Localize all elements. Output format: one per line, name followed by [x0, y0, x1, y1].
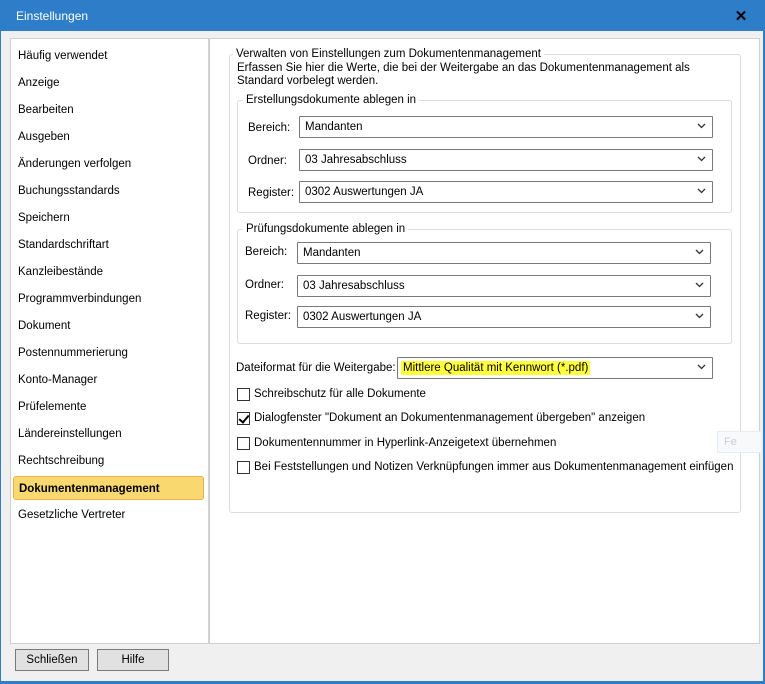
creation-register-select[interactable]: 0302 Auswertungen JA — [299, 181, 713, 203]
audit-area-label: Bereich: — [245, 246, 288, 258]
chevron-down-icon — [697, 188, 706, 194]
audit-area-value: Mandanten — [303, 247, 361, 259]
creation-folder-label: Ordner: — [248, 155, 287, 167]
checkbox-label: Dokumentennummer in Hyperlink-Anzeigetex… — [254, 437, 557, 449]
sidebar-item-dokument[interactable]: Dokument — [13, 314, 204, 338]
audit-folder-select[interactable]: 03 Jahresabschluss — [297, 275, 711, 297]
sidebar-item-programmverbindungen[interactable]: Programmverbindungen — [13, 287, 204, 311]
close-button[interactable]: Schließen — [15, 649, 89, 671]
audit-folder-label: Ordner: — [245, 279, 284, 291]
sidebar-item-änderungen-verfolgen[interactable]: Änderungen verfolgen — [13, 152, 204, 176]
audit-register-value: 0302 Auswertungen JA — [303, 311, 422, 323]
audit-register-label: Register: — [245, 310, 292, 322]
sidebar-item-standardschriftart[interactable]: Standardschriftart — [13, 233, 204, 257]
group-title: Verwalten von Einstellungen zum Dokument… — [233, 47, 544, 61]
creation-area-select[interactable]: Mandanten — [299, 116, 713, 138]
audit-area-select[interactable]: Mandanten — [297, 242, 711, 264]
audit-register-select[interactable]: 0302 Auswertungen JA — [297, 306, 711, 328]
chevron-down-icon — [695, 313, 704, 319]
checkbox-label: Bei Feststellungen und Notizen Verknüpfu… — [254, 461, 734, 473]
sidebar-item-dokumentenmanagement[interactable]: Dokumentenmanagement — [13, 476, 204, 500]
chevron-down-icon — [695, 282, 704, 288]
sidebar-item-häufig-verwendet[interactable]: Häufig verwendet — [13, 44, 204, 68]
sidebar-item-gesetzliche-vertreter[interactable]: Gesetzliche Vertreter — [13, 503, 204, 527]
show-dialog-checkbox[interactable]: Dialogfenster "Dokument an Dokumentenman… — [237, 410, 645, 426]
file-format-select[interactable]: Mittlere Qualität mit Kennwort (*.pdf) — [397, 357, 713, 379]
audit-docs-title: Prüfungsdokumente ablegen in — [243, 222, 409, 236]
sidebar-item-ausgeben[interactable]: Ausgeben — [13, 125, 204, 149]
sidebar-item-prüfelemente[interactable]: Prüfelemente — [13, 395, 204, 419]
checkbox-label: Dialogfenster "Dokument an Dokumentenman… — [254, 412, 646, 424]
chevron-down-icon — [697, 156, 706, 162]
dialog-body: Häufig verwendet Anzeige Bearbeiten Ausgebe… — [1, 31, 763, 681]
checkbox-box[interactable] — [237, 460, 250, 474]
checkbox-label: Schreibschutz für alle Dokumente — [254, 388, 426, 400]
sidebar-item-speichern[interactable]: Speichern — [13, 206, 204, 230]
write-protect-checkbox[interactable]: Schreibschutz für alle Dokumente — [237, 386, 426, 402]
creation-docs-title: Erstellungsdokumente ablegen in — [243, 93, 420, 107]
sidebar-item-ländereinstellungen[interactable]: Ländereinstellungen — [13, 422, 204, 446]
help-button[interactable]: Hilfe — [97, 649, 169, 671]
creation-register-label: Register: — [248, 187, 295, 199]
chevron-down-icon — [695, 249, 704, 255]
checkbox-box[interactable] — [237, 387, 250, 401]
sidebar-item-buchungsstandards[interactable]: Buchungsstandards — [13, 179, 204, 203]
links-from-dm-checkbox[interactable]: Bei Feststellungen und Notizen Verknüpfu… — [237, 459, 733, 475]
sidebar-item-postennummerierung[interactable]: Postennummerierung — [13, 341, 204, 365]
faded-tooltip: Fe — [717, 431, 761, 453]
window-title: Einstellungen — [16, 9, 89, 23]
creation-area-label: Bereich: — [248, 122, 291, 134]
title-bar[interactable]: Einstellungen ✕ — [0, 0, 765, 31]
audit-folder-value: 03 Jahresabschluss — [303, 280, 405, 292]
chevron-down-icon — [697, 364, 706, 370]
creation-area-value: Mandanten — [305, 121, 363, 133]
sidebar-item-anzeige[interactable]: Anzeige — [13, 71, 204, 95]
sidebar-nav: Häufig verwendet Anzeige Bearbeiten Ausgebe… — [10, 38, 209, 644]
creation-folder-value: 03 Jahresabschluss — [305, 154, 407, 166]
close-icon[interactable]: ✕ — [725, 0, 757, 31]
file-format-label: Dateiformat für die Weitergabe: — [236, 362, 396, 374]
intro-text: Erfassen Sie hier die Werte, die bei der… — [237, 62, 690, 87]
doc-number-hyperlink-checkbox[interactable]: Dokumentennummer in Hyperlink-Anzeigetex… — [237, 435, 556, 451]
sidebar-item-rechtschreibung[interactable]: Rechtschreibung — [13, 449, 204, 473]
creation-register-value: 0302 Auswertungen JA — [305, 186, 424, 198]
checkbox-box[interactable] — [237, 411, 250, 425]
checkbox-box[interactable] — [237, 436, 250, 450]
settings-panel: Verwalten von Einstellungen zum Dokument… — [209, 38, 761, 644]
file-format-value: Mittlere Qualität mit Kennwort (*.pdf) — [401, 361, 591, 375]
creation-folder-select[interactable]: 03 Jahresabschluss — [299, 149, 713, 171]
sidebar-item-konto-manager[interactable]: Konto-Manager — [13, 368, 204, 392]
sidebar-item-kanzleibestände[interactable]: Kanzleibestände — [13, 260, 204, 284]
sidebar-item-bearbeiten[interactable]: Bearbeiten — [13, 98, 204, 122]
chevron-down-icon — [697, 123, 706, 129]
settings-window: Einstellungen ✕ Häufig verwendet Anzeige B… — [0, 0, 765, 684]
